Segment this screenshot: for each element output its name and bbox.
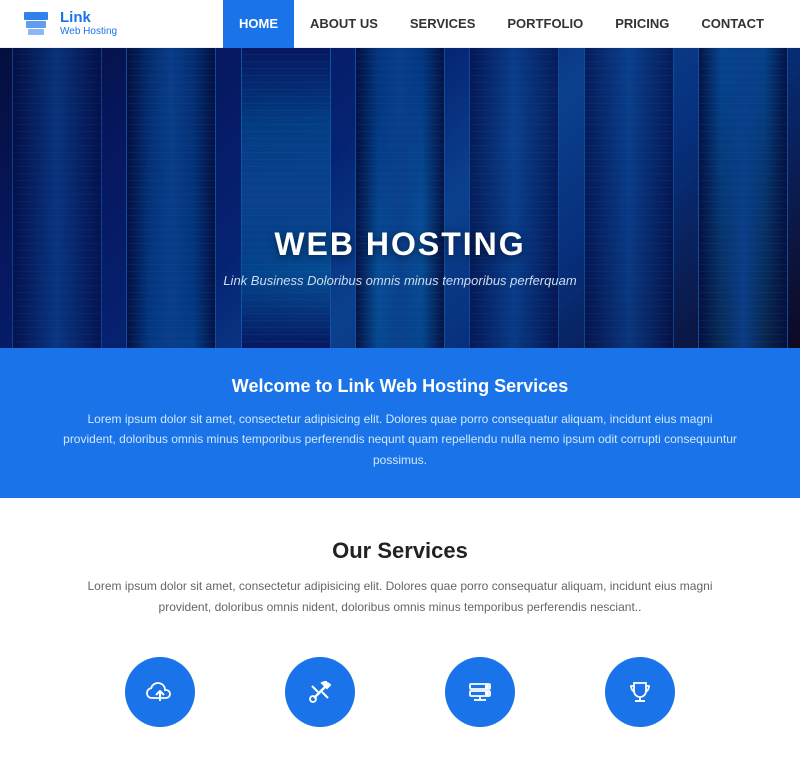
hero-content: WEB HOSTING Link Business Doloribus omni… — [0, 226, 800, 288]
service-item-cloud — [125, 657, 195, 727]
service-item-tools — [285, 657, 355, 727]
services-body: Lorem ipsum dolor sit amet, consectetur … — [60, 576, 740, 617]
hero-title: WEB HOSTING — [0, 226, 800, 263]
hero-overlay — [0, 48, 800, 348]
nav-about[interactable]: ABOUT US — [294, 0, 394, 48]
nav-contact[interactable]: CONTACT — [685, 0, 780, 48]
hero-section: WEB HOSTING Link Business Doloribus omni… — [0, 48, 800, 348]
service-item-server — [445, 657, 515, 727]
server-icon — [464, 676, 496, 708]
tools-icon — [304, 676, 336, 708]
service-circle-tools[interactable] — [285, 657, 355, 727]
logo-text: Link Web Hosting — [60, 10, 117, 38]
logo-icon — [20, 8, 52, 40]
service-circle-trophy[interactable] — [605, 657, 675, 727]
service-circle-server[interactable] — [445, 657, 515, 727]
service-icons-row — [60, 647, 740, 737]
main-nav: HOME ABOUT US SERVICES PORTFOLIO PRICING… — [223, 0, 780, 48]
banner-body: Lorem ipsum dolor sit amet, consectetur … — [60, 409, 740, 470]
logo: Link Web Hosting — [20, 8, 117, 40]
logo-subtext: Web Hosting — [60, 26, 117, 37]
blue-banner: Welcome to Link Web Hosting Services Lor… — [0, 348, 800, 498]
nav-portfolio[interactable]: PORTFOLIO — [491, 0, 599, 48]
services-section: Our Services Lorem ipsum dolor sit amet,… — [0, 498, 800, 757]
nav-pricing[interactable]: PRICING — [599, 0, 685, 48]
hero-subtitle: Link Business Doloribus omnis minus temp… — [0, 273, 800, 288]
services-heading: Our Services — [60, 538, 740, 564]
trophy-icon — [624, 676, 656, 708]
nav-services[interactable]: SERVICES — [394, 0, 492, 48]
cloud-upload-icon — [144, 676, 176, 708]
logo-name: Link — [60, 10, 117, 27]
service-item-trophy — [605, 657, 675, 727]
service-circle-cloud[interactable] — [125, 657, 195, 727]
nav-home[interactable]: HOME — [223, 0, 294, 48]
header: Link Web Hosting HOME ABOUT US SERVICES … — [0, 0, 800, 48]
banner-heading: Welcome to Link Web Hosting Services — [60, 376, 740, 397]
